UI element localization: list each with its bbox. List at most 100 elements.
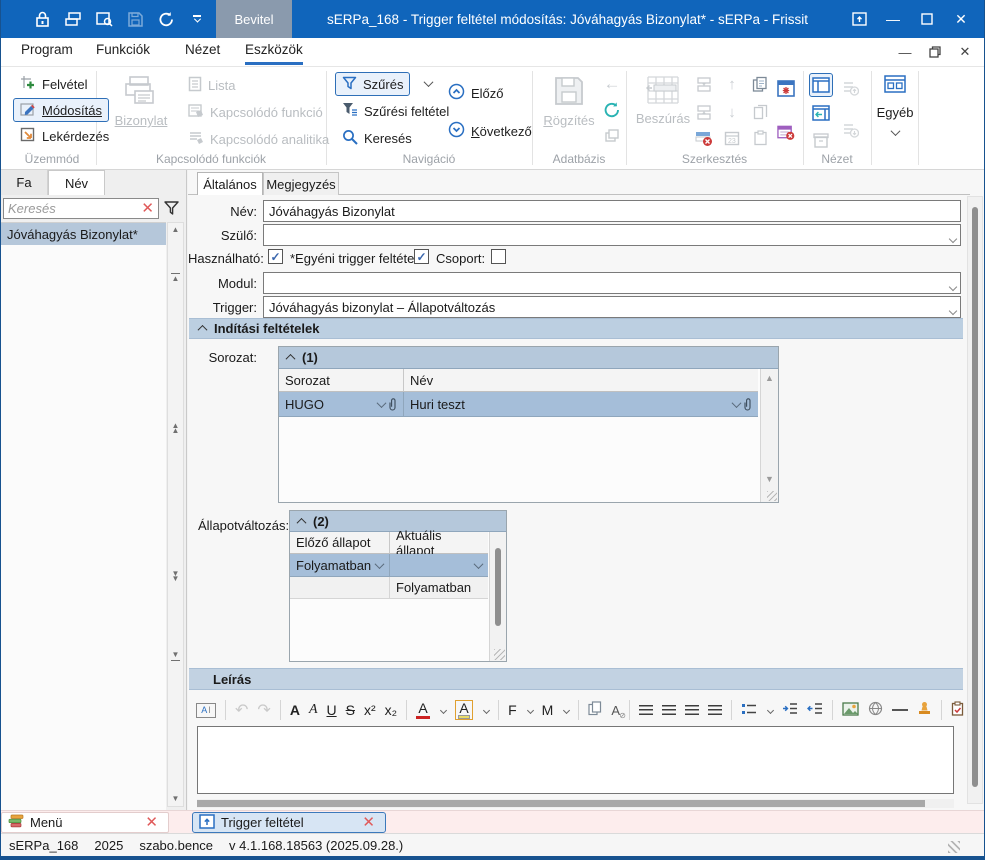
- search-box[interactable]: ✕: [3, 198, 159, 219]
- close-button[interactable]: ✕: [944, 0, 978, 38]
- tab-nev[interactable]: Név: [48, 170, 105, 195]
- window-new-icon[interactable]: [777, 79, 795, 97]
- left-panel-scrollbar[interactable]: ▲ ▲ ▲▲ ▼▼ ▼ ▼: [167, 222, 184, 807]
- menu-eszkozok[interactable]: Eszközök: [245, 42, 303, 63]
- copy-format-icon[interactable]: [588, 701, 602, 719]
- close-tab-icon[interactable]: ✕: [358, 815, 379, 830]
- cell-dropdown-icon[interactable]: [732, 398, 742, 408]
- paperclip-icon[interactable]: [388, 398, 397, 411]
- inner-close-button[interactable]: ✕: [950, 40, 980, 64]
- hasznalhato-checkbox[interactable]: ✓: [268, 249, 283, 264]
- lekerdezes-button[interactable]: Lekérdezés: [13, 124, 116, 148]
- modul-field[interactable]: [263, 272, 961, 294]
- scroll-down-icon[interactable]: ▼: [761, 474, 778, 484]
- tab-altalanos[interactable]: Általános: [197, 172, 263, 195]
- trigger-field[interactable]: Jóváhagyás bizonylat – Állapotváltozás: [263, 296, 961, 318]
- bold-icon[interactable]: A: [290, 703, 300, 717]
- restore-panel-icon[interactable]: [842, 0, 876, 38]
- leiras-header[interactable]: Leírás: [189, 668, 963, 690]
- scroll-thumb[interactable]: [972, 207, 978, 787]
- minimize-button[interactable]: —: [876, 0, 910, 38]
- cell-nev[interactable]: Huri teszt: [404, 392, 758, 417]
- list-item-selected[interactable]: Jóváhagyás Bizonylat*: [1, 223, 166, 245]
- panel-collapse-icon[interactable]: [811, 104, 831, 122]
- cell-folyamatban[interactable]: Folyamatban: [390, 577, 488, 599]
- subscript-icon[interactable]: x₂: [385, 703, 397, 717]
- scroll-pageup-icon[interactable]: ▲▲: [168, 423, 183, 433]
- numbered-list-icon[interactable]: [741, 702, 757, 719]
- sorozat-grid-scrollbar[interactable]: ▲ ▼: [760, 369, 778, 502]
- lock-icon[interactable]: [33, 10, 51, 28]
- horizontal-rule-icon[interactable]: [892, 709, 908, 711]
- csoport-checkbox[interactable]: [491, 249, 506, 264]
- inditasi-feltetelek-header[interactable]: Indítási feltételek: [189, 318, 963, 339]
- context-tab-bevitel[interactable]: Bevitel: [216, 0, 292, 38]
- align-center-icon[interactable]: [662, 705, 676, 716]
- font-size-dropdown-icon[interactable]: [563, 706, 570, 713]
- tab-fa[interactable]: Fa: [1, 170, 48, 195]
- nev-field[interactable]: Jóváhagyás Bizonylat: [263, 200, 961, 222]
- szures-button[interactable]: Szűrés: [335, 72, 410, 96]
- egyeni-checkbox[interactable]: ✓: [414, 249, 429, 264]
- superscript-icon[interactable]: x²: [364, 703, 376, 717]
- dropdown-icon[interactable]: [949, 235, 957, 243]
- panel-layout-icon[interactable]: [809, 73, 833, 97]
- text-mode-icon[interactable]: AI: [196, 703, 216, 718]
- sorozat-grid-caption[interactable]: (1): [279, 347, 778, 369]
- elozo-button[interactable]: Előző: [441, 81, 511, 105]
- column-header-nev[interactable]: Név: [404, 369, 758, 392]
- szures-dropdown-icon[interactable]: [424, 77, 434, 87]
- resize-grip[interactable]: [767, 491, 777, 501]
- clipboard-check-icon[interactable]: [951, 701, 964, 719]
- leiras-textarea[interactable]: [197, 726, 954, 794]
- align-justify-icon[interactable]: [708, 705, 722, 716]
- scroll-bottom-icon[interactable]: ▼: [171, 651, 180, 661]
- dropdown-icon[interactable]: [949, 307, 957, 315]
- outdent-icon[interactable]: [807, 702, 823, 718]
- font-color-dropdown-icon[interactable]: [440, 706, 447, 713]
- scroll-up-icon[interactable]: ▲: [761, 373, 778, 383]
- insert-image-icon[interactable]: [842, 702, 859, 719]
- scroll-thumb[interactable]: [197, 800, 925, 807]
- scroll-thumb[interactable]: [495, 548, 501, 626]
- scroll-up-icon[interactable]: ▲: [168, 226, 183, 234]
- insert-link-icon[interactable]: [868, 701, 883, 719]
- inner-minimize-button[interactable]: —: [890, 40, 920, 64]
- close-tab-icon[interactable]: ✕: [141, 815, 162, 830]
- menu-nezet[interactable]: Nézet: [185, 42, 220, 63]
- egyeb-button[interactable]: Egyéb: [873, 75, 917, 163]
- align-right-icon[interactable]: [685, 705, 699, 716]
- szulo-field[interactable]: [263, 224, 961, 246]
- column-header-elozo[interactable]: Előző állapot: [290, 532, 390, 554]
- cell-aktualis-allapot[interactable]: [390, 554, 488, 577]
- kereses-button[interactable]: Keresés: [335, 126, 419, 150]
- scroll-top-icon[interactable]: ▲: [171, 273, 180, 283]
- maximize-button[interactable]: [910, 0, 944, 38]
- paperclip-icon[interactable]: [743, 398, 752, 411]
- menu-funkciok[interactable]: Funkciók: [96, 42, 150, 63]
- cell-dropdown-icon[interactable]: [375, 559, 385, 569]
- italic-icon[interactable]: A: [309, 703, 318, 717]
- indent-icon[interactable]: [782, 702, 798, 718]
- delete-row-icon[interactable]: [695, 129, 713, 147]
- window-delete-icon[interactable]: [777, 123, 795, 141]
- search-input[interactable]: [4, 201, 137, 216]
- resize-grip[interactable]: [494, 649, 505, 660]
- felvetel-button[interactable]: Felvétel: [13, 72, 95, 96]
- font-size-icon[interactable]: M: [542, 703, 554, 717]
- numbered-list-dropdown-icon[interactable]: [767, 706, 774, 713]
- clear-format-icon[interactable]: A⊘: [611, 703, 620, 718]
- column-header-sorozat[interactable]: Sorozat: [279, 369, 404, 392]
- menu-tab[interactable]: Menü ✕: [1, 812, 169, 833]
- qat-customize-chevron-icon[interactable]: [188, 10, 206, 28]
- stamp-icon[interactable]: [917, 701, 932, 719]
- cell-dropdown-icon[interactable]: [474, 559, 484, 569]
- refresh-icon[interactable]: [157, 10, 175, 28]
- scroll-pagedown-icon[interactable]: ▼▼: [168, 571, 183, 581]
- font-family-icon[interactable]: F: [508, 703, 517, 717]
- horizontal-scrollbar[interactable]: [197, 799, 954, 808]
- underline-icon[interactable]: U: [327, 703, 337, 717]
- tab-megjegyzes[interactable]: Megjegyzés: [263, 172, 339, 195]
- modositas-button[interactable]: Módosítás: [13, 98, 109, 122]
- kovetkezo-button[interactable]: KKövetkezőövetkező: [441, 119, 539, 143]
